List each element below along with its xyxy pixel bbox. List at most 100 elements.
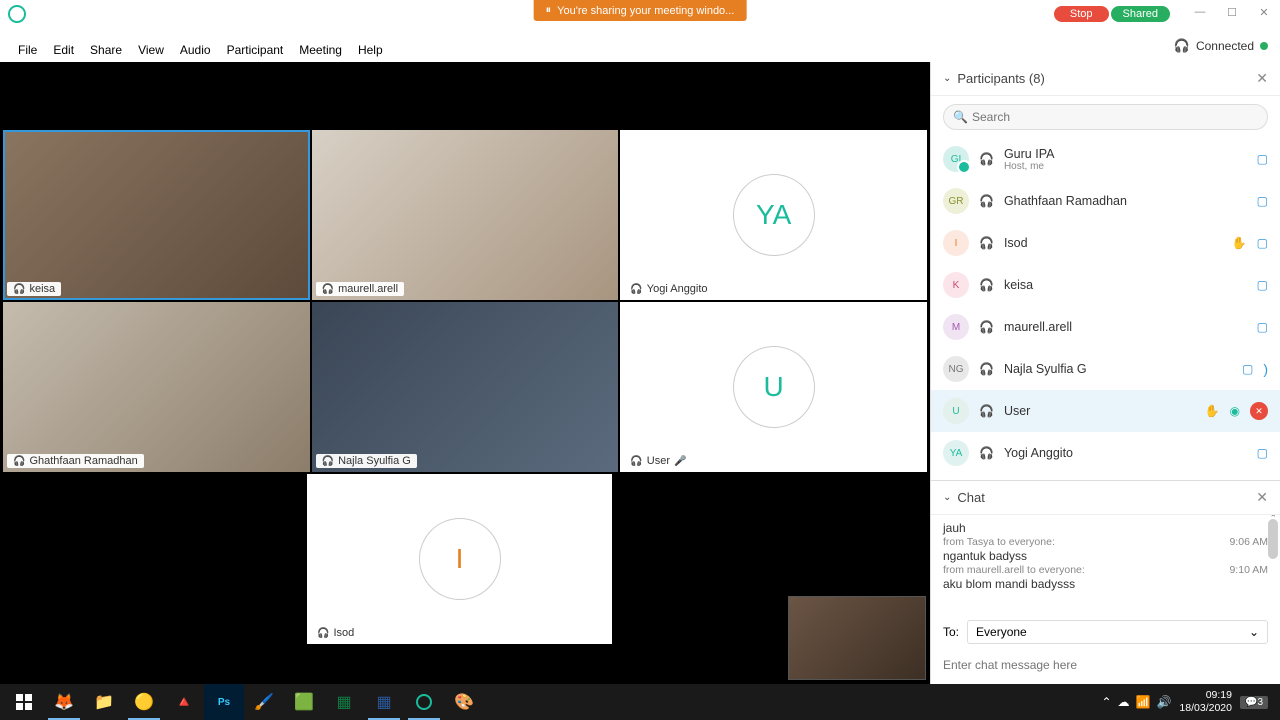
camera-icon: ▢ — [1257, 446, 1268, 460]
search-input[interactable] — [943, 104, 1268, 130]
audio-icon: 🎧 — [13, 456, 25, 467]
menu-file[interactable]: File — [10, 41, 45, 59]
menu-help[interactable]: Help — [350, 41, 391, 59]
video-tile-user[interactable]: U 🎧User 🎤 — [620, 302, 927, 472]
avatar: I — [943, 230, 969, 256]
shared-button[interactable]: Shared — [1111, 6, 1170, 22]
participant-row-isod[interactable]: I 🎧 Isod ✋▢ — [931, 222, 1280, 264]
camera-icon: ▢ — [1257, 236, 1268, 250]
stop-sharing-button[interactable]: Stop — [1054, 6, 1109, 22]
video-tile-najla[interactable]: 🎧Najla Syulfia G — [312, 302, 619, 472]
close-panel-button[interactable]: ✕ — [1256, 70, 1268, 87]
chat-input[interactable] — [943, 654, 1268, 676]
audio-icon: 🎧 — [317, 628, 329, 639]
avatar-placeholder: I — [307, 474, 612, 644]
menu-edit[interactable]: Edit — [45, 41, 82, 59]
chevron-down-icon: ⌄ — [943, 73, 951, 84]
camera-icon: ▢ — [1257, 320, 1268, 334]
taskbar-app1[interactable]: 🖌️ — [244, 684, 284, 720]
video-grid-area: 🎧keisa 🎧maurell.arell YA 🎧Yogi Anggito 🎧… — [0, 62, 930, 684]
participant-search: 🔍 — [943, 104, 1268, 130]
taskbar-photoshop[interactable]: Ps — [204, 684, 244, 720]
close-chat-button[interactable]: ✕ — [1256, 489, 1268, 506]
tile-label: 🎧Yogi Anggito — [624, 282, 713, 296]
taskbar-chrome[interactable]: 🟡 — [124, 684, 164, 720]
chat-meta: from Tasya to everyone:9:06 AM — [943, 536, 1268, 548]
avatar: YA — [943, 440, 969, 466]
menu-participant[interactable]: Participant — [219, 41, 292, 59]
taskbar-webex[interactable] — [404, 684, 444, 720]
taskbar-firefox[interactable]: 🦊 — [44, 684, 84, 720]
menu-view[interactable]: View — [130, 41, 172, 59]
pause-icon: ⏸ — [546, 4, 552, 17]
camera-icon: ▢ — [1242, 362, 1253, 376]
participants-title: Participants (8) — [957, 71, 1044, 86]
video-tile-isod[interactable]: I 🎧Isod — [307, 474, 612, 644]
chat-header[interactable]: ⌄ Chat ✕ — [931, 481, 1280, 515]
taskbar-vlc[interactable]: 🔺 — [164, 684, 204, 720]
video-tile-yogi[interactable]: YA 🎧Yogi Anggito — [620, 130, 927, 300]
maximize-button[interactable]: ☐ — [1216, 0, 1248, 24]
chat-messages: ⌃ jauh from Tasya to everyone:9:06 AM ng… — [931, 515, 1280, 614]
chat-panel: ⌄ Chat ✕ ⌃ jauh from Tasya to everyone:9… — [931, 480, 1280, 684]
taskbar-explorer[interactable]: 📁 — [84, 684, 124, 720]
scrollbar-thumb[interactable] — [1268, 519, 1278, 559]
headset-icon: 🎧 — [979, 404, 994, 418]
taskbar-word[interactable]: ▦ — [364, 684, 404, 720]
connected-dot-icon — [1260, 42, 1268, 50]
windows-taskbar: 🦊 📁 🟡 🔺 Ps 🖌️ 🟩 ▦ ▦ 🎨 ⌃ ☁ 📶 🔊 09:19 18/0… — [0, 684, 1280, 720]
chevron-down-icon: ⌄ — [943, 492, 951, 503]
video-feed — [3, 302, 310, 472]
self-view[interactable] — [788, 596, 926, 680]
taskbar-paint[interactable]: 🎨 — [444, 684, 484, 720]
tile-label: 🎧User 🎤 — [624, 454, 692, 468]
network-icon[interactable]: 📶 — [1136, 695, 1151, 709]
minimize-button[interactable]: — — [1184, 0, 1216, 24]
taskbar-clock[interactable]: 09:19 18/03/2020 — [1179, 689, 1232, 714]
headset-icon: 🎧 — [979, 152, 994, 166]
connection-status: 🎧 Connected — [1174, 38, 1268, 54]
tile-label: 🎧Najla Syulfia G — [316, 454, 417, 468]
video-tile-ghathfaan[interactable]: 🎧Ghathfaan Ramadhan — [3, 302, 310, 472]
participant-row-yogi[interactable]: YA 🎧 Yogi Anggito ▢ — [931, 432, 1280, 474]
tile-label: 🎧maurell.arell — [316, 282, 404, 296]
menu-audio[interactable]: Audio — [172, 41, 219, 59]
headset-icon: 🎧 — [979, 320, 994, 334]
participant-row-najla[interactable]: NG 🎧 Najla Syulfia G ▢) — [931, 348, 1280, 390]
headset-icon: 🎧 — [979, 446, 994, 460]
audio-icon: 🎧 — [322, 456, 334, 467]
video-tile-maurell[interactable]: 🎧maurell.arell — [312, 130, 619, 300]
onedrive-icon[interactable]: ☁ — [1118, 695, 1130, 709]
chat-meta: from maurell.arell to everyone:9:10 AM — [943, 564, 1268, 576]
participant-row-ghathfaan[interactable]: GR 🎧 Ghathfaan Ramadhan ▢ — [931, 180, 1280, 222]
side-panel: ⌄ Participants (8) ✕ 🔍 GI 🎧 Guru IPAHost… — [930, 62, 1280, 684]
avatar: K — [943, 272, 969, 298]
extra-icon: ) — [1263, 361, 1268, 377]
taskbar-coreldraw[interactable]: 🟩 — [284, 684, 324, 720]
participant-row-user[interactable]: U 🎧 User ✋◉✕ — [931, 390, 1280, 432]
to-select[interactable]: Everyone⌄ — [967, 620, 1268, 644]
menu-bar: File Edit Share View Audio Participant M… — [0, 38, 1280, 62]
tray-chevron-icon[interactable]: ⌃ — [1101, 695, 1111, 709]
menu-meeting[interactable]: Meeting — [291, 41, 350, 59]
audio-icon: 🎧 — [13, 284, 25, 295]
menu-share[interactable]: Share — [82, 41, 130, 59]
close-button[interactable]: ✕ — [1248, 0, 1280, 24]
sharing-banner: ⏸ You're sharing your meeting windo... — [534, 0, 747, 21]
notification-badge[interactable]: 💬3 — [1240, 696, 1268, 709]
participant-row-maurell[interactable]: M 🎧 maurell.arell ▢ — [931, 306, 1280, 348]
participant-row-keisa[interactable]: K 🎧 keisa ▢ — [931, 264, 1280, 306]
audio-icon: 🎧 — [630, 456, 642, 467]
volume-icon[interactable]: 🔊 — [1156, 695, 1171, 709]
video-tile-keisa[interactable]: 🎧keisa — [3, 130, 310, 300]
taskbar-excel[interactable]: ▦ — [324, 684, 364, 720]
chat-message: ngantuk badyss — [943, 549, 1268, 563]
avatar: M — [943, 314, 969, 340]
system-tray[interactable]: ⌃ ☁ 📶 🔊 — [1101, 695, 1171, 709]
tile-label: 🎧keisa — [7, 282, 61, 296]
participant-row-guru[interactable]: GI 🎧 Guru IPAHost, me ▢ — [931, 138, 1280, 180]
avatar: GI — [943, 146, 969, 172]
participants-header[interactable]: ⌄ Participants (8) ✕ — [931, 62, 1280, 96]
start-button[interactable] — [4, 684, 44, 720]
sharing-controls: Stop Shared — [1054, 6, 1170, 22]
